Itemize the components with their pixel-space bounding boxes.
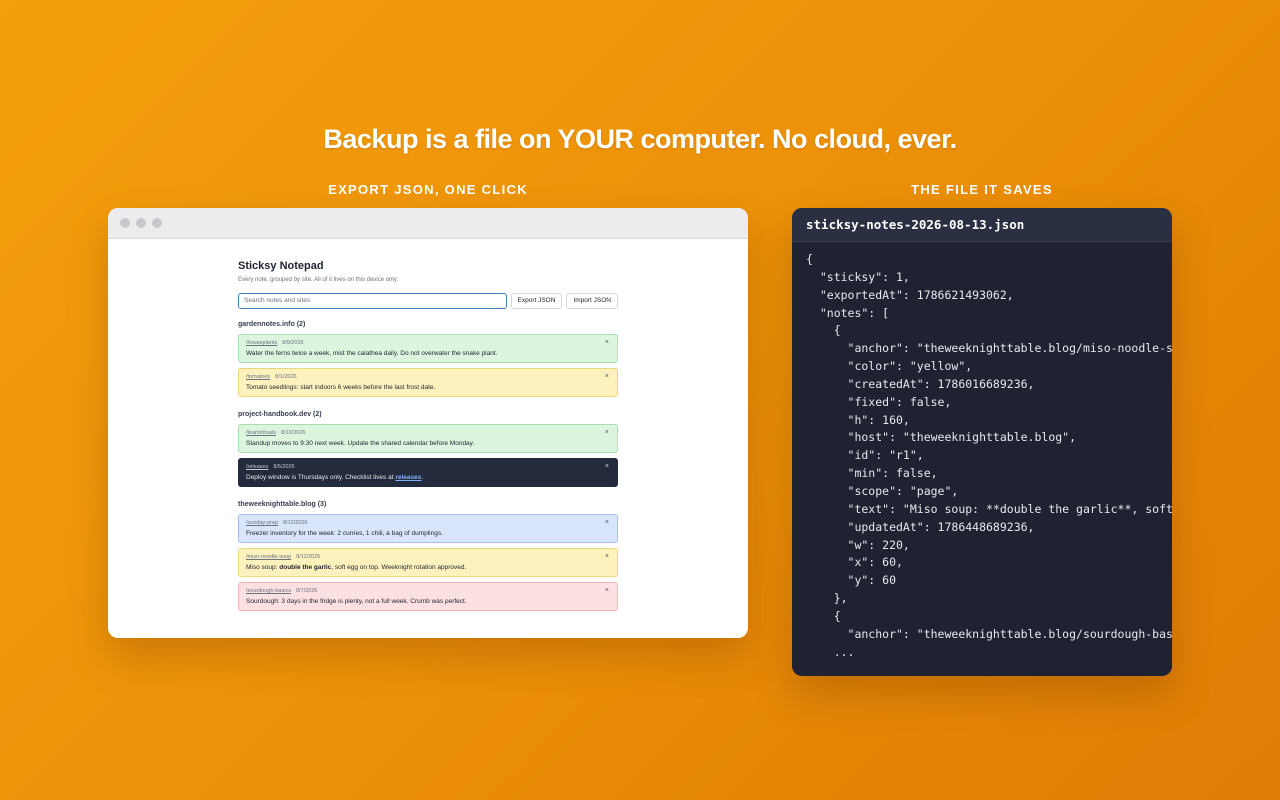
note-text-bold: double the garlic — [279, 564, 332, 571]
code-line: "sticksy": 1, — [806, 269, 910, 284]
note-path-link[interactable]: /team/rituals — [246, 430, 276, 436]
note-path-link[interactable]: /releases — [246, 464, 268, 470]
notepad-page: Sticksy Notepad Every note, grouped by s… — [238, 260, 618, 616]
code-line: }, — [806, 591, 848, 606]
note-card[interactable]: /releases 8/5/2026 Deploy window is Thurs… — [238, 458, 618, 487]
close-icon[interactable]: × — [605, 553, 609, 560]
browser-window: Sticksy Notepad Every note, grouped by s… — [108, 208, 748, 638]
code-line: "host": "theweeknighttable.blog", — [806, 430, 1077, 445]
note-path-link[interactable]: /tomatoes — [246, 374, 270, 380]
code-line: "h": 160, — [806, 412, 910, 427]
note-text-part: . — [421, 474, 424, 481]
import-json-button[interactable]: Import JSON — [566, 293, 618, 309]
code-line: "w": 220, — [806, 537, 910, 552]
note-date: 8/12/2026 — [283, 520, 308, 526]
releases-link[interactable]: releases — [395, 474, 421, 481]
note-card[interactable]: /tomatoes 8/1/2026 Tomato seedlings: star… — [238, 368, 618, 397]
export-json-button[interactable]: Export JSON — [510, 293, 563, 309]
caption-export: EXPORT JSON, ONE CLICK — [328, 182, 528, 197]
code-line: { — [806, 323, 841, 338]
close-icon[interactable]: × — [605, 373, 609, 380]
headline: Backup is a file on YOUR computer. No cl… — [323, 124, 957, 154]
toolbar: Search notes and sites Export JSON Impor… — [238, 293, 618, 309]
close-icon[interactable]: × — [605, 429, 609, 436]
site-group-title: gardennotes.info (2) — [238, 321, 306, 328]
note-text-part: Miso soup: — [246, 564, 280, 571]
code-line: "anchor": "theweeknighttable.blog/miso-n… — [806, 341, 1172, 356]
code-line: "fixed": false, — [806, 394, 952, 409]
note-card[interactable]: /team/rituals 8/10/2026 Standup moves to … — [238, 424, 618, 453]
app-subtitle: Every note, grouped by site. All of it l… — [238, 277, 398, 283]
code-line: ... — [806, 644, 855, 659]
note-text: Deploy window is Thursdays only. Checkli… — [246, 474, 610, 481]
site-group-title: project-handbook.dev (2) — [238, 411, 322, 418]
close-icon[interactable]: × — [605, 463, 609, 470]
code-line: { — [806, 608, 841, 623]
site-group-title: theweeknighttable.blog (3) — [238, 501, 327, 508]
window-zoom-dot[interactable] — [152, 218, 162, 228]
note-path-link[interactable]: /miso-noodle-soup — [246, 554, 291, 560]
browser-titlebar — [108, 208, 748, 239]
code-line: "updatedAt": 1786448689236, — [806, 519, 1035, 534]
window-close-dot[interactable] — [120, 218, 130, 228]
note-path-link[interactable]: /sunday-prep — [246, 520, 278, 526]
search-input[interactable]: Search notes and sites — [238, 293, 507, 309]
note-text: Standup moves to 9:30 next week. Update … — [246, 440, 475, 447]
note-date: 8/9/2026 — [282, 340, 304, 346]
note-date: 8/7/2026 — [295, 588, 318, 594]
json-file-window: sticksy-notes-2026-08-13.json { "sticksy… — [792, 208, 1172, 676]
code-line: "x": 60, — [806, 555, 903, 570]
note-date: 8/1/2026 — [275, 374, 297, 380]
close-icon[interactable]: × — [605, 339, 609, 346]
close-icon[interactable]: × — [605, 519, 609, 526]
json-code: { "sticksy": 1, "exportedAt": 1786621493… — [806, 251, 1172, 661]
code-line: "id": "r1", — [806, 448, 924, 463]
note-text-part: , soft egg on top. Weeknight rotation ap… — [331, 564, 467, 571]
app-title: Sticksy Notepad — [238, 260, 324, 272]
note-card[interactable]: /miso-noodle-soup 8/11/2026 Miso soup: do… — [238, 548, 618, 577]
code-line: "text": "Miso soup: **double the garlic*… — [806, 501, 1172, 516]
code-line: { — [806, 252, 813, 266]
close-icon[interactable]: × — [605, 587, 609, 594]
code-line: "y": 60 — [806, 573, 897, 588]
note-text: Tomato seedlings: start indoors 6 weeks … — [246, 384, 436, 391]
note-date: 8/10/2026 — [280, 430, 306, 436]
note-card[interactable]: /houseplants 8/9/2026 Water the ferns twi… — [238, 334, 618, 363]
note-text: Miso soup: double the garlic, soft egg o… — [246, 564, 610, 571]
code-line: "anchor": "theweeknighttable.blog/sourdo… — [806, 626, 1172, 641]
window-minimize-dot[interactable] — [136, 218, 146, 228]
code-line: "min": false, — [806, 466, 938, 481]
note-text: Sourdough: 3 days in the fridge is plent… — [246, 598, 467, 605]
code-line: "createdAt": 1786016689236, — [806, 376, 1035, 391]
code-line: "notes": [ — [806, 305, 890, 320]
note-path-link[interactable]: /sourdough-basics — [246, 588, 291, 594]
note-card[interactable]: /sunday-prep 8/12/2026 Freezer inventory … — [238, 514, 618, 543]
code-line: "color": "yellow", — [806, 359, 973, 374]
code-line: "exportedAt": 1786621493062, — [806, 287, 1014, 302]
note-path-link[interactable]: /houseplants — [246, 340, 277, 346]
note-date: 8/5/2026 — [273, 464, 295, 470]
note-date: 8/11/2026 — [296, 554, 321, 560]
note-text: Water the ferns twice a week, mist the c… — [246, 350, 498, 357]
code-line: "scope": "page", — [806, 483, 959, 498]
note-card[interactable]: /sourdough-basics 8/7/2026 Sourdough: 3 d… — [238, 582, 618, 611]
file-name: sticksy-notes-2026-08-13.json — [792, 208, 1172, 242]
note-text-part: Deploy window is Thursdays only. Checkli… — [246, 474, 396, 481]
note-text: Freezer inventory for the week: 2 currie… — [246, 530, 443, 537]
caption-file: THE FILE IT SAVES — [911, 182, 1053, 197]
